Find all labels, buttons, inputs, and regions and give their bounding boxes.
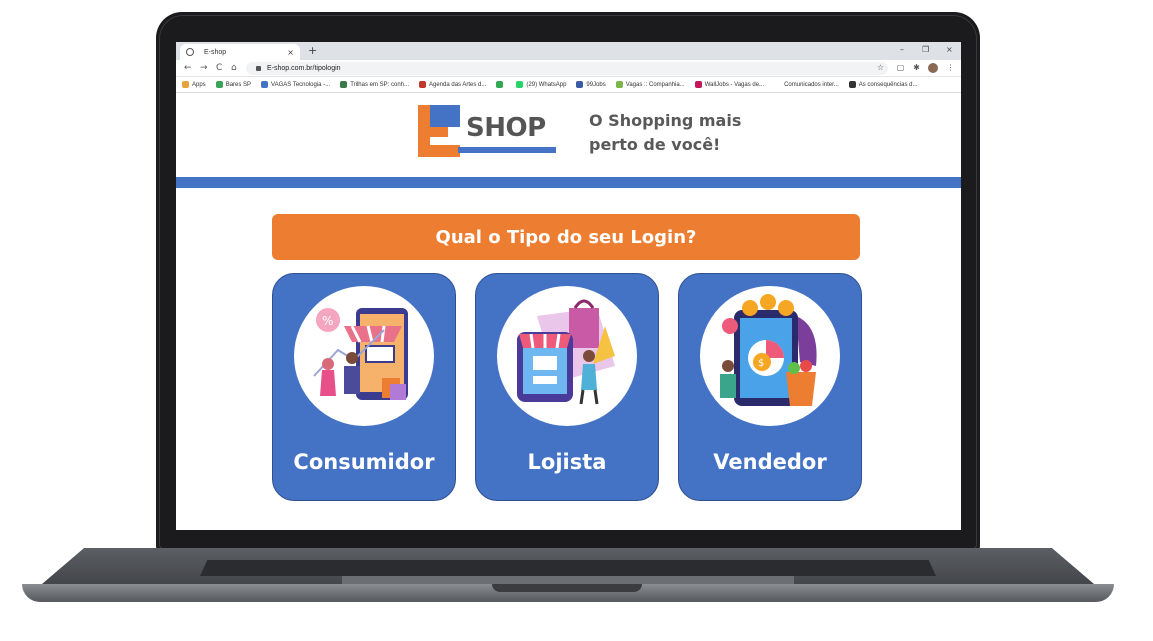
maximize-button[interactable]: ❐ (922, 44, 929, 56)
bookmark-site-icon (419, 81, 427, 88)
login-option-vendedor[interactable]: $ Vendedor (678, 273, 862, 501)
lock-icon (256, 66, 261, 71)
profile-avatar[interactable] (928, 63, 938, 73)
bookmark-item[interactable]: Apps (182, 81, 206, 88)
bookmark-site-icon (694, 81, 702, 88)
laptop-notch (492, 584, 642, 592)
bookmark-label: Bares SP (225, 81, 252, 88)
puzzle-icon[interactable]: ✱ (912, 63, 921, 72)
bookmark-site-icon (615, 81, 623, 88)
browser-tab[interactable]: E-shop × (180, 44, 300, 60)
laptop-base (22, 548, 1114, 610)
bookmark-label: As consequências d... (858, 81, 918, 88)
bookmark-label: Apps (192, 81, 206, 88)
svg-text:%: % (322, 314, 333, 328)
browser-tabstrip: E-shop × + – ❐ × (176, 42, 961, 60)
bookmark-item[interactable]: VAGAS Tecnologia -... (261, 81, 330, 88)
minimize-button[interactable]: – (900, 44, 904, 56)
svg-text:$: $ (758, 358, 764, 369)
bookmark-item[interactable]: Agenda das Artes d... (419, 81, 486, 88)
star-icon[interactable]: ☆ (876, 63, 885, 72)
bookmark-item[interactable] (496, 81, 506, 88)
apps-grid-icon (182, 81, 189, 88)
header-divider (176, 177, 961, 188)
logo-underline (458, 147, 556, 153)
login-option-lojista[interactable]: Lojista (475, 273, 659, 501)
tab-title: E-shop (204, 48, 227, 56)
extension-icon[interactable]: ▢ (896, 63, 905, 72)
reload-button[interactable]: C (216, 62, 222, 74)
forward-button[interactable]: → (200, 62, 208, 74)
bookmark-item[interactable]: As consequências d... (848, 81, 918, 88)
bookmark-site-icon (261, 81, 269, 88)
tab-close-icon[interactable]: × (287, 48, 294, 57)
logo-shape (430, 105, 460, 127)
option-label: Lojista (527, 450, 607, 474)
bookmark-site-icon (576, 81, 584, 88)
bookmark-item[interactable]: (29) WhatsApp (516, 81, 566, 88)
bookmark-label: Vagas :: Companhia... (625, 81, 685, 88)
laptop-screen: E-shop × + – ❐ × ← → C ⌂ E-shop.com.br/t… (176, 42, 961, 530)
laptop-trackpad (342, 576, 794, 584)
bookmark-item[interactable]: Bares SP (215, 81, 252, 88)
login-option-consumidor[interactable]: % Consumidor (272, 273, 456, 501)
browser-toolbar: ← → C ⌂ E-shop.com.br/tipologin ☆ ▢ ✱ ⋮ (176, 60, 961, 77)
bookmark-item[interactable]: WallJobs - Vagas de... (694, 81, 765, 88)
address-bar[interactable]: E-shop.com.br/tipologin (246, 62, 888, 75)
bookmark-item[interactable]: Comunicados inter... (774, 81, 839, 88)
bookmark-site-icon (215, 81, 223, 88)
tagline: O Shopping mais perto de você! (589, 111, 742, 154)
logo-shape (418, 145, 460, 157)
bookmark-item[interactable]: Vagas :: Companhia... (615, 81, 685, 88)
seller-phone-icon: $ (700, 286, 840, 426)
bookmark-site-icon (774, 81, 782, 88)
bookmark-item[interactable]: Trilhas em SP: conh... (340, 81, 409, 88)
menu-kebab-icon[interactable]: ⋮ (946, 63, 955, 72)
bookmark-label: Comunicados inter... (784, 81, 839, 88)
drive-icon (496, 81, 504, 88)
laptop-keyboard (200, 560, 936, 576)
option-label: Consumidor (293, 450, 435, 474)
shopping-customer-icon: % (294, 286, 434, 426)
whatsapp-icon (516, 81, 524, 88)
bookmark-label: Agenda das Artes d... (429, 81, 487, 88)
eshop-logo[interactable]: SHOP (418, 105, 558, 161)
page-content: SHOP O Shopping mais perto de você! Qual… (176, 93, 961, 530)
bookmark-site-icon (848, 81, 856, 88)
login-type-heading: Qual o Tipo do seu Login? (272, 214, 860, 260)
globe-icon (186, 48, 194, 56)
bookmark-item[interactable]: 99Jobs (576, 81, 606, 88)
option-label: Vendedor (713, 450, 827, 474)
back-button[interactable]: ← (184, 62, 192, 74)
home-button[interactable]: ⌂ (231, 62, 237, 74)
logo-text: SHOP (466, 113, 546, 143)
bookmark-label: Trilhas em SP: conh... (350, 81, 410, 88)
close-window-button[interactable]: × (946, 44, 953, 56)
store-owner-icon (497, 286, 637, 426)
bookmarks-bar: Apps Bares SP VAGAS Tecnologia -... Trilhas… (176, 77, 961, 93)
bookmark-site-icon (340, 81, 348, 88)
bookmark-label: WallJobs - Vagas de... (704, 81, 765, 88)
bookmark-label: (29) WhatsApp (526, 81, 567, 88)
new-tab-button[interactable]: + (308, 44, 317, 58)
url-text: E-shop.com.br/tipologin (267, 65, 341, 72)
bookmark-label: VAGAS Tecnologia -... (271, 81, 331, 88)
bookmark-label: 99Jobs (586, 81, 606, 88)
